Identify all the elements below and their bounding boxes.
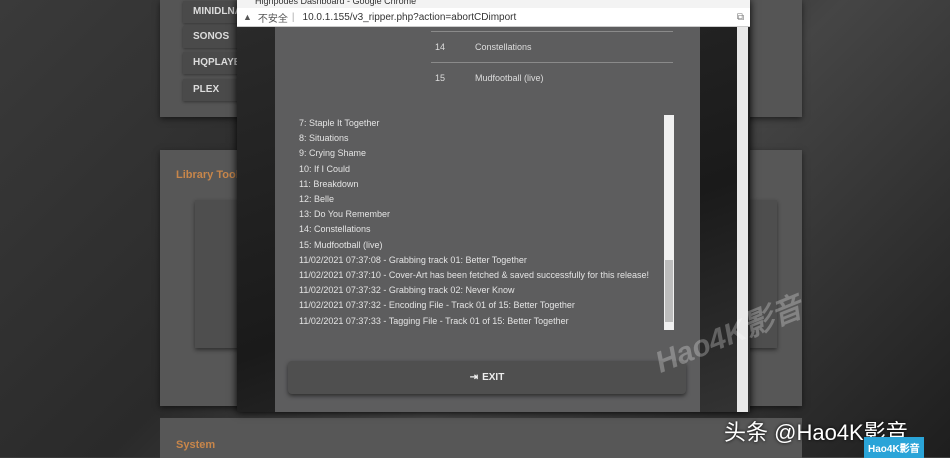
log-line: 9: Crying Shame: [299, 148, 367, 159]
log-line: 10: If I Could: [299, 163, 351, 174]
credit-badge: Hao4K影音: [864, 437, 924, 458]
log-scrollbar[interactable]: [664, 115, 674, 330]
log-line: 12: Belle: [299, 194, 335, 205]
log-line: 11: Breakdown: [299, 178, 359, 189]
log-line: 11/02/2021 07:37:32 - Encoding File - Tr…: [299, 300, 575, 311]
track-row: 15 Mudfootball (live): [431, 62, 673, 93]
log-line: 11/02/2021 07:37:32 - Grabbing track 02:…: [299, 285, 515, 296]
security-label: 不安全: [257, 13, 288, 25]
log-line: 14: Constellations: [299, 224, 371, 235]
rip-log[interactable]: 7: Staple It Together 8: Situations 9: Cry…: [299, 116, 675, 332]
track-row: 14 Constellations: [431, 31, 673, 62]
log-line: 7: Staple It Together: [299, 118, 380, 128]
log-line: 11/02/2021 07:37:10 - Cover-Art has been…: [299, 270, 650, 281]
system-heading: System: [176, 439, 216, 451]
window-title: Highpodes Dashboard - Google Chrome: [237, 0, 750, 8]
exit-button[interactable]: ⇥ EXIT: [288, 361, 686, 394]
log-line: 11/02/2021 07:37:33 - Tagging File - Tra…: [299, 315, 569, 326]
log-line: 15: Mudfootball (live): [299, 239, 383, 250]
address-bar[interactable]: ▲ 不安全 | 10.0.1.155/v3_ripper.php?action=…: [237, 8, 750, 27]
log-line: 11/02/2021 07:37:08 - Grabbing track 01:…: [299, 254, 527, 265]
warning-icon: ▲: [243, 12, 252, 22]
page-scrollbar[interactable]: [737, 27, 748, 412]
log-line: 8: Situations: [299, 133, 349, 144]
log-line: 13: Do You Remember: [299, 209, 391, 220]
library-tools-heading: Library Tools: [176, 169, 245, 181]
exit-icon: ⇥: [469, 372, 479, 383]
translate-icon[interactable]: ⧉: [737, 12, 744, 23]
ripper-modal: 14 Constellations 15 Mudfootball (live) 7:…: [275, 27, 700, 412]
system-panel: [160, 418, 802, 458]
url-text[interactable]: 10.0.1.155/v3_ripper.php?action=abortCDi…: [303, 12, 517, 23]
